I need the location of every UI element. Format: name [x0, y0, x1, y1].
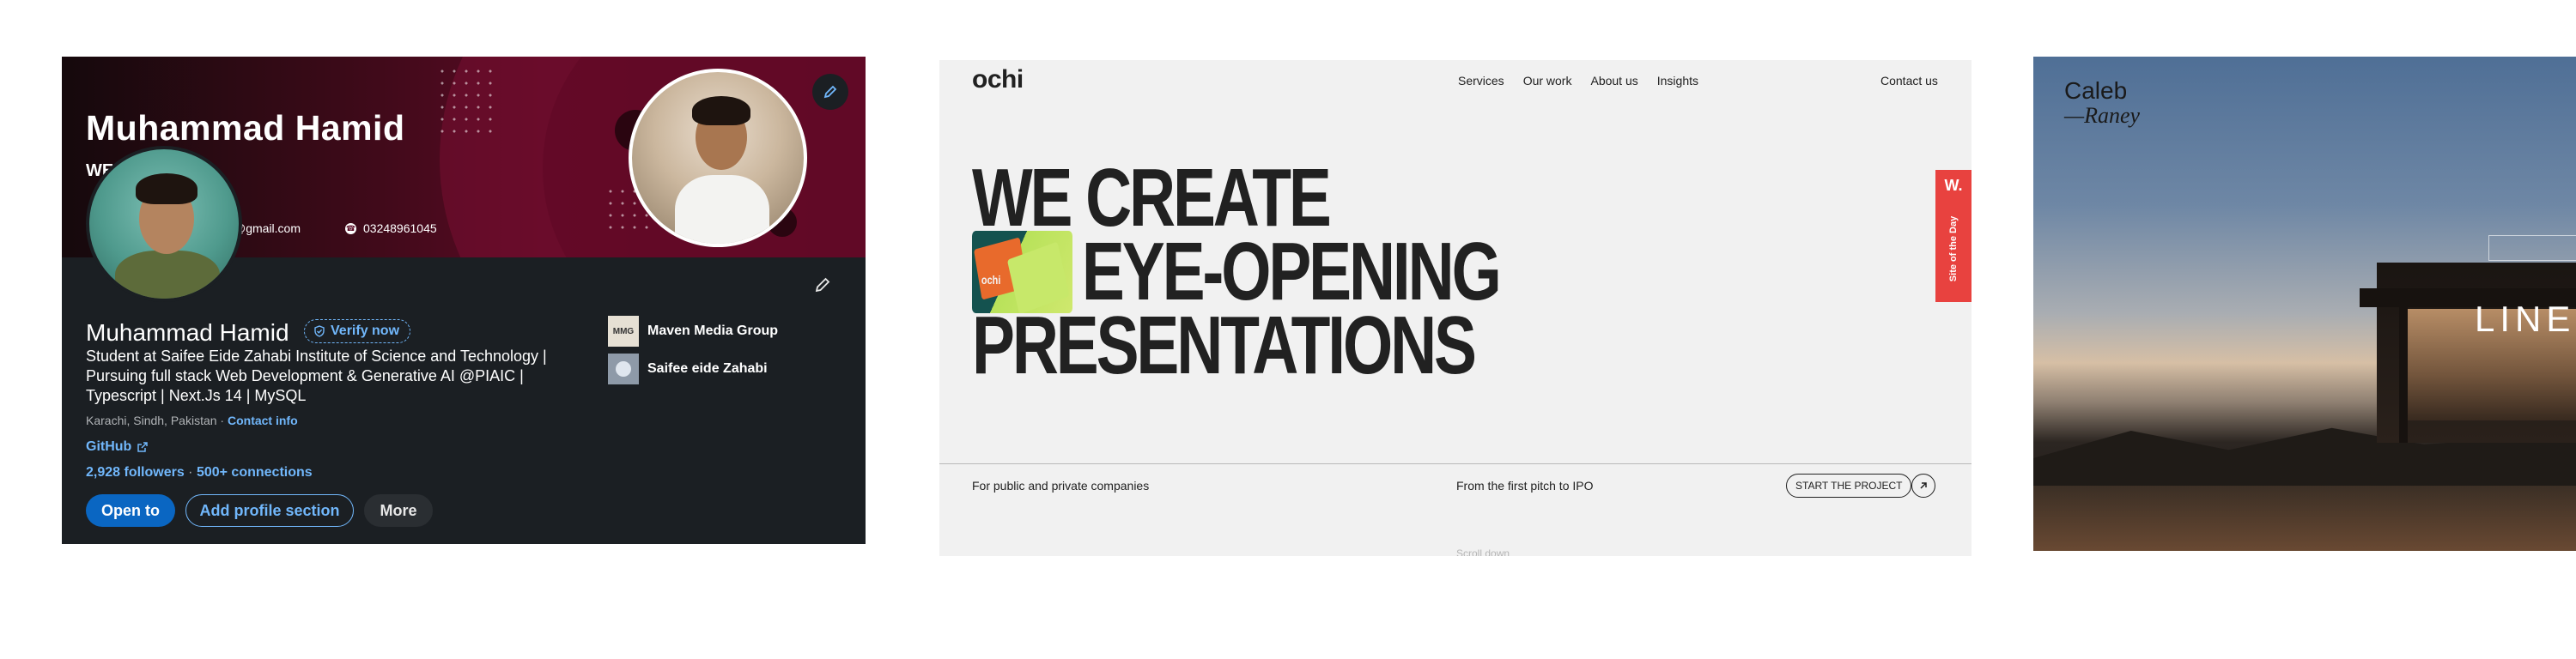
- experience-company-name: Saifee eide Zahabi: [647, 361, 768, 376]
- house-column: [2399, 305, 2408, 443]
- add-profile-section-button[interactable]: Add profile section: [185, 494, 354, 527]
- thumb-label: ochi: [1031, 282, 1050, 313]
- github-link[interactable]: GitHub: [86, 439, 149, 455]
- caleb-logo-first[interactable]: Caleb: [2064, 77, 2127, 105]
- photo-hair: [692, 96, 750, 125]
- connections-link[interactable]: 500+ connections: [197, 465, 313, 480]
- photo-shirt: [675, 175, 769, 244]
- divider: [939, 463, 1971, 464]
- tagline-mid: From the first pitch to IPO: [1456, 479, 1594, 493]
- banner-phone-number: 03248961045: [363, 221, 437, 235]
- profile-headline: Student at Saifee Eide Zahabi Institute …: [86, 348, 547, 404]
- arrow-up-right-icon[interactable]: [1911, 474, 1935, 498]
- phone-icon: ☎: [345, 222, 356, 234]
- experience-item[interactable]: Saifee eide Zahabi: [608, 354, 768, 384]
- scroll-down-hint: Scroll down: [1456, 547, 1510, 556]
- globe-icon: [616, 361, 631, 377]
- ochi-website: ochi Services Our work About us Insights…: [939, 60, 1971, 556]
- nav-insights[interactable]: Insights: [1657, 74, 1698, 88]
- profile-location: Karachi, Sindh, Pakistan: [86, 414, 217, 427]
- nav-services[interactable]: Services: [1458, 74, 1504, 88]
- ochi-nav: Services Our work About us Insights: [1458, 74, 1698, 88]
- network-separator: ·: [184, 465, 197, 480]
- profile-avatar[interactable]: [86, 146, 242, 302]
- github-link-label: GitHub: [86, 439, 132, 454]
- pencil-icon: [823, 85, 837, 99]
- hero-line-text: EYE-OPENING: [1081, 226, 1502, 317]
- open-to-button[interactable]: Open to: [86, 494, 175, 527]
- hero-heading: WE CREATE ochi ochi EYE-OPENING PRESENTA…: [972, 152, 1502, 391]
- hero-title: LINE: [2475, 299, 2576, 339]
- edit-banner-button[interactable]: [812, 74, 848, 110]
- linkedin-profile-card: Muhammad Hamid WE @gmail.com ☎ 032489610…: [62, 57, 866, 544]
- outline-box: [2488, 235, 2576, 261]
- avatar-hair: [136, 173, 197, 204]
- profile-name: Muhammad Hamid: [86, 319, 289, 346]
- hero-thumbnail: ochi ochi: [972, 231, 1072, 313]
- contact-info-link[interactable]: Contact info: [228, 414, 298, 427]
- company-logo: MMG: [608, 316, 639, 347]
- site-of-the-day-badge[interactable]: W. Site of the Day: [1935, 170, 1971, 302]
- nav-contact-us[interactable]: Contact us: [1880, 74, 1938, 88]
- experience-company-name: Maven Media Group: [647, 323, 779, 338]
- caleb-raney-website: LINE Caleb —Raney: [2033, 57, 2576, 551]
- verify-now-label: Verify now: [331, 323, 400, 338]
- banner-photo: [629, 69, 807, 247]
- caleb-logo-last[interactable]: —Raney: [2064, 103, 2140, 129]
- experience-item[interactable]: MMG Maven Media Group: [608, 316, 778, 347]
- ochi-logo[interactable]: ochi: [972, 65, 1024, 94]
- sotd-badge-mark: W.: [1944, 177, 1963, 194]
- location-separator: ·: [216, 414, 228, 427]
- network-stats: 2,928 followers · 500+ connections: [86, 465, 313, 481]
- more-button[interactable]: More: [364, 494, 433, 527]
- nav-about-us[interactable]: About us: [1590, 74, 1637, 88]
- profile-location-row: Karachi, Sindh, Pakistan · Contact info: [86, 414, 298, 427]
- external-link-icon: [137, 442, 149, 452]
- banner-phone: ☎ 03248961045: [345, 221, 437, 235]
- hero-line-with-thumb: ochi ochi EYE-OPENING: [972, 226, 1502, 317]
- edit-intro-button[interactable]: [809, 271, 836, 299]
- verify-now-button[interactable]: Verify now: [304, 319, 411, 343]
- thumb-label: ochi: [981, 273, 1001, 287]
- modern-house-image: [2360, 263, 2576, 443]
- screenshot-collage: Muhammad Hamid WE @gmail.com ☎ 032489610…: [0, 0, 2576, 659]
- ground: [2033, 486, 2576, 551]
- hero-line: PRESENTATIONS: [972, 299, 1477, 391]
- sotd-badge-text: Site of the Day: [1948, 215, 1959, 282]
- nav-our-work[interactable]: Our work: [1523, 74, 1572, 88]
- school-logo: [608, 354, 639, 384]
- arrow-glyph: [1920, 482, 1927, 489]
- hero-line: WE CREATE: [972, 152, 1332, 244]
- banner-email: @gmail.com: [234, 221, 301, 235]
- banner-title: Muhammad Hamid: [86, 108, 405, 148]
- followers-link[interactable]: 2,928 followers: [86, 465, 185, 480]
- banner-dot-pattern: [436, 65, 496, 134]
- tagline-left: For public and private companies: [972, 479, 1150, 493]
- pencil-icon: [815, 277, 830, 293]
- start-project-button[interactable]: START THE PROJECT: [1786, 474, 1912, 498]
- avatar-hoodie: [115, 251, 220, 299]
- shield-check-icon: [314, 325, 325, 337]
